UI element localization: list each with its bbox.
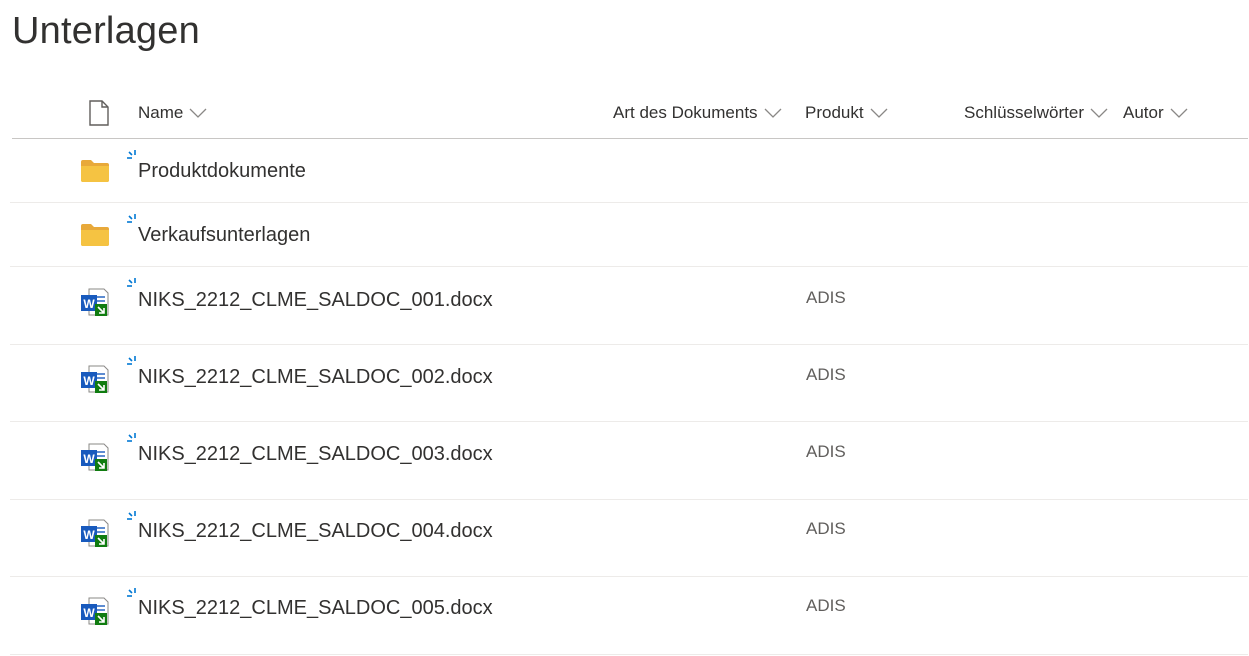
item-name-link[interactable]: Verkaufsunterlagen <box>138 224 310 247</box>
list-header: Name Art des Dokuments Produkt Schlüssel… <box>12 88 1248 139</box>
list-item[interactable]: W NIKS_2212_CLME_SALDOC_002.docx ADIS <box>10 345 1248 422</box>
column-header-name-label: Name <box>138 103 184 122</box>
produkt-value: ADIS <box>806 288 846 307</box>
column-header-produkt-label: Produkt <box>805 103 864 122</box>
column-header-autor-label: Autor <box>1123 103 1164 122</box>
chevron-down-icon <box>870 107 888 119</box>
list-item[interactable]: Verkaufsunterlagen <box>10 203 1248 267</box>
column-header-art-label: Art des Dokuments <box>613 103 758 122</box>
column-header-autor[interactable]: Autor <box>1123 103 1188 123</box>
list-item[interactable]: W NIKS_2212_CLME_SALDOC_005.docx ADIS <box>10 577 1248 655</box>
chevron-down-icon <box>1090 107 1108 119</box>
svg-text:W: W <box>83 374 95 388</box>
produkt-value: ADIS <box>806 519 846 538</box>
column-header-schluesselwoerter-label: Schlüsselwörter <box>964 103 1084 122</box>
item-name-link[interactable]: Produktdokumente <box>138 160 306 183</box>
folder-icon <box>80 223 110 252</box>
word-document-icon: W <box>80 442 110 477</box>
list-item[interactable]: W NIKS_2212_CLME_SALDOC_004.docx ADIS <box>10 500 1248 577</box>
svg-text:W: W <box>83 606 95 620</box>
produkt-value: ADIS <box>806 442 846 461</box>
chevron-down-icon <box>764 107 782 119</box>
word-document-icon: W <box>80 518 110 553</box>
word-document-icon: W <box>80 364 110 399</box>
svg-text:W: W <box>83 452 95 466</box>
item-name-link[interactable]: NIKS_2212_CLME_SALDOC_001.docx <box>138 289 493 312</box>
document-icon[interactable] <box>88 100 110 131</box>
svg-text:W: W <box>83 528 95 542</box>
page-title: Unterlagen <box>12 10 200 52</box>
column-header-schluesselwoerter[interactable]: Schlüsselwörter <box>964 103 1108 123</box>
produkt-value: ADIS <box>806 596 846 615</box>
item-name-link[interactable]: NIKS_2212_CLME_SALDOC_004.docx <box>138 520 493 543</box>
list-item[interactable]: W NIKS_2212_CLME_SALDOC_001.docx ADIS <box>10 267 1248 345</box>
word-document-icon: W <box>80 287 110 322</box>
item-name-link[interactable]: NIKS_2212_CLME_SALDOC_005.docx <box>138 597 493 620</box>
item-name-link[interactable]: NIKS_2212_CLME_SALDOC_002.docx <box>138 366 493 389</box>
column-header-name[interactable]: Name <box>138 103 207 123</box>
list-item[interactable]: W NIKS_2212_CLME_SALDOC_003.docx ADIS <box>10 422 1248 500</box>
chevron-down-icon <box>189 107 207 119</box>
item-name-link[interactable]: NIKS_2212_CLME_SALDOC_003.docx <box>138 443 493 466</box>
svg-text:W: W <box>83 297 95 311</box>
folder-icon <box>80 159 110 188</box>
column-header-art[interactable]: Art des Dokuments <box>613 103 782 123</box>
list-item[interactable]: Produktdokumente <box>10 139 1248 203</box>
word-document-icon: W <box>80 596 110 631</box>
column-header-produkt[interactable]: Produkt <box>805 103 888 123</box>
produkt-value: ADIS <box>806 365 846 384</box>
chevron-down-icon <box>1170 107 1188 119</box>
